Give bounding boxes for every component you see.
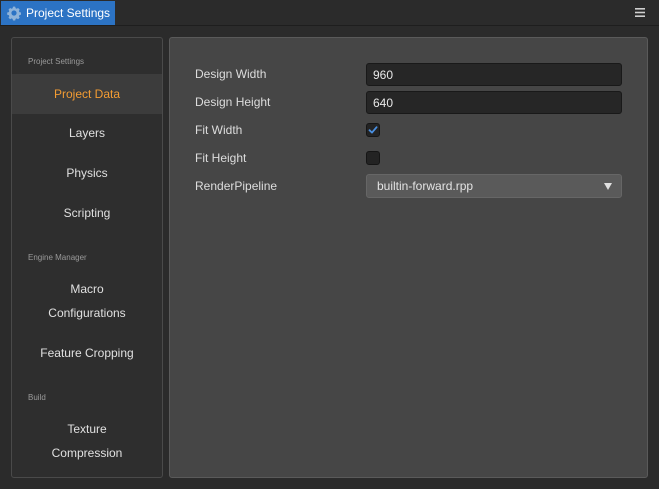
tab-title: Project Settings: [26, 6, 111, 20]
sidebar-item-label: Configurations: [48, 306, 126, 320]
fit-width-checkbox[interactable]: [366, 123, 380, 137]
sidebar-item-label: Texture: [67, 422, 107, 436]
sidebar-item-layers[interactable]: Layers: [12, 121, 162, 145]
title-bar: Project Settings: [0, 0, 659, 26]
render-pipeline-value: builtin-forward.rpp: [377, 179, 474, 193]
design-height-label: Design Height: [195, 95, 271, 109]
design-width-input[interactable]: [366, 63, 622, 86]
hamburger-menu-icon[interactable]: [633, 5, 647, 21]
gear-icon: [7, 6, 21, 21]
sidebar-item-physics[interactable]: Physics: [12, 161, 162, 185]
sidebar-item-scripting[interactable]: Scripting: [12, 201, 162, 225]
project-data-panel: Design Width Design Height Fit Width Fit…: [169, 37, 648, 478]
settings-sidebar: Project Settings Project Data Layers Phy…: [11, 37, 163, 478]
render-pipeline-select[interactable]: builtin-forward.rpp: [366, 174, 622, 198]
design-height-input[interactable]: [366, 91, 622, 114]
checkmark-icon: [368, 126, 378, 134]
sidebar-item-macro-configurations[interactable]: Macro Configurations: [12, 277, 162, 325]
design-width-label: Design Width: [195, 67, 267, 81]
sidebar-item-label: Macro: [70, 282, 104, 296]
fit-width-label: Fit Width: [195, 123, 243, 137]
dropdown-arrow-icon: [604, 183, 612, 190]
group-label-engine-manager: Engine Manager: [28, 253, 87, 262]
fit-height-label: Fit Height: [195, 151, 247, 165]
render-pipeline-label: RenderPipeline: [195, 179, 278, 193]
group-label-build: Build: [28, 393, 46, 402]
sidebar-item-feature-cropping[interactable]: Feature Cropping: [12, 341, 162, 365]
sidebar-item-project-data[interactable]: Project Data: [12, 74, 162, 114]
fit-height-checkbox[interactable]: [366, 151, 380, 165]
group-label-project-settings: Project Settings: [28, 57, 85, 66]
sidebar-item-label: Compression: [51, 446, 123, 460]
tab-project-settings[interactable]: Project Settings: [1, 1, 115, 25]
sidebar-item-texture-compression[interactable]: Texture Compression: [12, 417, 162, 465]
